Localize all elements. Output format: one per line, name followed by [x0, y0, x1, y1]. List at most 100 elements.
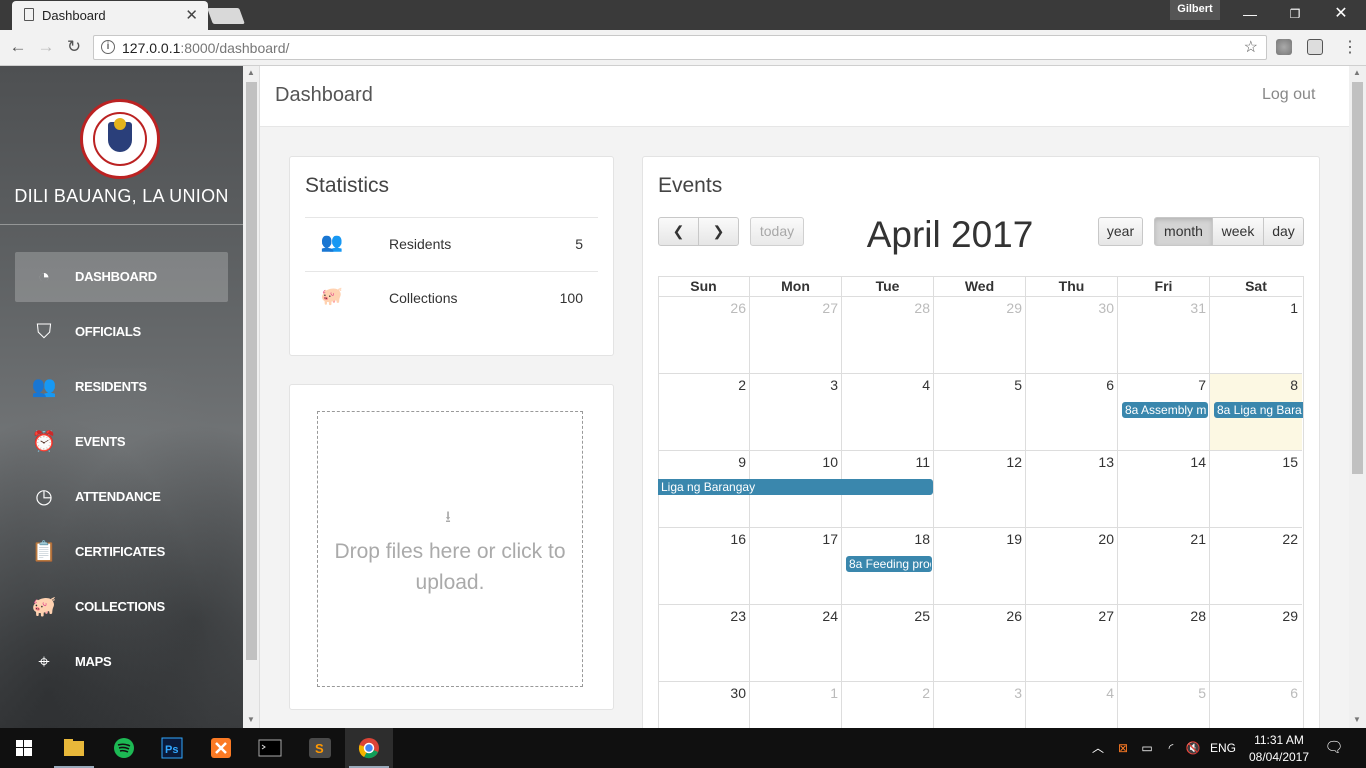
weekday-header: Thu	[1026, 276, 1118, 297]
stat-value: 100	[559, 290, 583, 306]
close-tab-icon[interactable]: ✕	[185, 6, 198, 24]
weekday-header: Tue	[842, 276, 934, 297]
restore-icon[interactable]: ❐	[1280, 4, 1310, 24]
wifi-icon[interactable]: ◜	[1162, 728, 1180, 768]
calendar-day-number: 16	[730, 531, 746, 547]
day-view-button[interactable]: day	[1263, 217, 1304, 246]
browser-tab[interactable]: Dashboard ✕	[12, 1, 208, 30]
shield-icon: ⛉	[36, 321, 52, 343]
week-view-button[interactable]: week	[1212, 217, 1264, 246]
scroll-up-icon[interactable]: ▲	[1353, 68, 1361, 77]
scroll-down-icon[interactable]: ▼	[247, 715, 255, 724]
sidebar-item-collections[interactable]: 🐖 COLLECTIONS	[15, 582, 228, 632]
brand-name: DILI BAUANG, LA UNION	[14, 186, 229, 206]
extension-icon[interactable]	[1307, 39, 1323, 55]
sidebar-scrollbar-thumb[interactable]	[246, 82, 257, 660]
address-bar[interactable]: i 127.0.0.1:8000/dashboard/ ☆	[93, 35, 1267, 60]
calendar-day-number: 19	[1006, 531, 1022, 547]
xampp-tray-icon[interactable]: ⊠	[1114, 728, 1132, 768]
minimize-icon[interactable]: —	[1235, 4, 1265, 24]
sidebar-item-events[interactable]: ⏰ EVENTS	[15, 417, 228, 467]
calendar-day-number: 13	[1098, 454, 1114, 470]
calendar-day-number: 23	[730, 608, 746, 624]
stat-label: Collections	[389, 290, 458, 306]
sidebar-item-dashboard[interactable]: ◔ DASHBOARD	[15, 252, 228, 302]
scroll-up-icon[interactable]: ▲	[247, 68, 255, 77]
calendar-day-number: 9	[738, 454, 746, 470]
calendar-event[interactable]: 8a Liga ng Baran	[1214, 402, 1303, 418]
tab-title: Dashboard	[42, 8, 106, 23]
close-window-icon[interactable]: ✕	[1326, 4, 1356, 24]
calendar-day-number: 6	[1106, 377, 1114, 393]
calendar-day-number: 28	[914, 300, 930, 316]
scroll-down-icon[interactable]: ▼	[1353, 715, 1361, 724]
svg-text:S: S	[315, 741, 324, 756]
page-title: Dashboard	[275, 84, 373, 106]
weekday-header: Mon	[750, 276, 842, 297]
calendar-day-number: 5	[1198, 685, 1206, 701]
sidebar-item-label: OFFICIALS	[75, 324, 141, 339]
back-icon[interactable]: ←	[7, 36, 29, 58]
calendar-event[interactable]: Liga ng Barangay	[658, 479, 933, 495]
calendar-day-number: 7	[1198, 377, 1206, 393]
forward-icon[interactable]: →	[35, 36, 57, 58]
reload-icon[interactable]: ↻	[63, 36, 85, 58]
sidebar-item-residents[interactable]: 👥 RESIDENTS	[15, 362, 228, 412]
weekday-header: Sat	[1210, 276, 1302, 297]
piggy-bank-icon: 🐖	[31, 596, 57, 618]
sidebar-item-label: DASHBOARD	[75, 269, 157, 284]
calendar-day-number: 25	[914, 608, 930, 624]
sidebar-item-certificates[interactable]: 📋 CERTIFICATES	[15, 527, 228, 577]
spotify-icon	[114, 738, 134, 758]
calendar-day-number: 30	[1098, 300, 1114, 316]
sidebar-item-label: COLLECTIONS	[75, 599, 165, 614]
clock-date[interactable]: 08/04/2017	[1244, 750, 1314, 764]
calendar-day-number: 26	[730, 300, 746, 316]
calendar-day-number: 29	[1282, 608, 1298, 624]
extension-icon[interactable]	[1276, 39, 1292, 55]
calendar-day-number: 20	[1098, 531, 1114, 547]
spotify-button[interactable]	[100, 728, 148, 768]
calendar-day-number: 22	[1282, 531, 1298, 547]
profile-button[interactable]: Gilbert	[1170, 0, 1220, 20]
calendar-day-number: 4	[922, 377, 930, 393]
stat-label: Residents	[389, 236, 452, 252]
chrome-button[interactable]	[345, 728, 393, 768]
clock-time[interactable]: 11:31 AM	[1244, 733, 1314, 747]
notifications-icon[interactable]: 🗨	[1322, 728, 1346, 768]
sidebar-item-label: MAPS	[75, 654, 112, 669]
info-icon[interactable]: i	[101, 40, 115, 54]
calendar-day-number: 30	[730, 685, 746, 701]
logout-link[interactable]: Log out	[1262, 86, 1315, 104]
start-button[interactable]	[0, 728, 48, 768]
file-explorer-button[interactable]	[50, 728, 98, 768]
bookmark-star-icon[interactable]: ☆	[1244, 37, 1258, 57]
sublime-text-button[interactable]: S	[296, 728, 344, 768]
calendar-event[interactable]: 8a Feeding prog	[846, 556, 932, 572]
calendar-day-number: 27	[1098, 608, 1114, 624]
command-prompt-button[interactable]	[246, 728, 294, 768]
divider	[0, 224, 243, 225]
page-scrollbar-thumb[interactable]	[1352, 82, 1363, 474]
sidebar-item-maps[interactable]: ⌖ MAPS	[15, 637, 228, 687]
people-icon: 👥	[31, 376, 57, 398]
calendar-day-number: 1	[830, 685, 838, 701]
language-indicator[interactable]: ENG	[1208, 728, 1238, 768]
svg-text:Ps: Ps	[165, 744, 178, 756]
new-tab-button[interactable]	[207, 8, 245, 24]
battery-icon[interactable]: ▭	[1138, 728, 1156, 768]
volume-muted-icon[interactable]: 🔇	[1184, 728, 1202, 768]
photoshop-button[interactable]: Ps	[149, 728, 197, 768]
xampp-button[interactable]	[198, 728, 246, 768]
weekday-header: Fri	[1118, 276, 1210, 297]
menu-icon[interactable]: ⋮	[1342, 37, 1358, 57]
calendar-day-number: 15	[1282, 454, 1298, 470]
calendar-event[interactable]: 8a Assembly m	[1122, 402, 1208, 418]
chevron-up-icon[interactable]: ︿	[1090, 728, 1106, 768]
sidebar-item-attendance[interactable]: ◷ ATTENDANCE	[15, 472, 228, 522]
year-view-button[interactable]: year	[1098, 217, 1143, 246]
sidebar-item-officials[interactable]: ⛉ OFFICIALS	[15, 307, 228, 357]
month-view-button[interactable]: month	[1154, 217, 1213, 246]
calendar-day-number: 2	[922, 685, 930, 701]
calendar-day-number: 11	[915, 454, 930, 470]
